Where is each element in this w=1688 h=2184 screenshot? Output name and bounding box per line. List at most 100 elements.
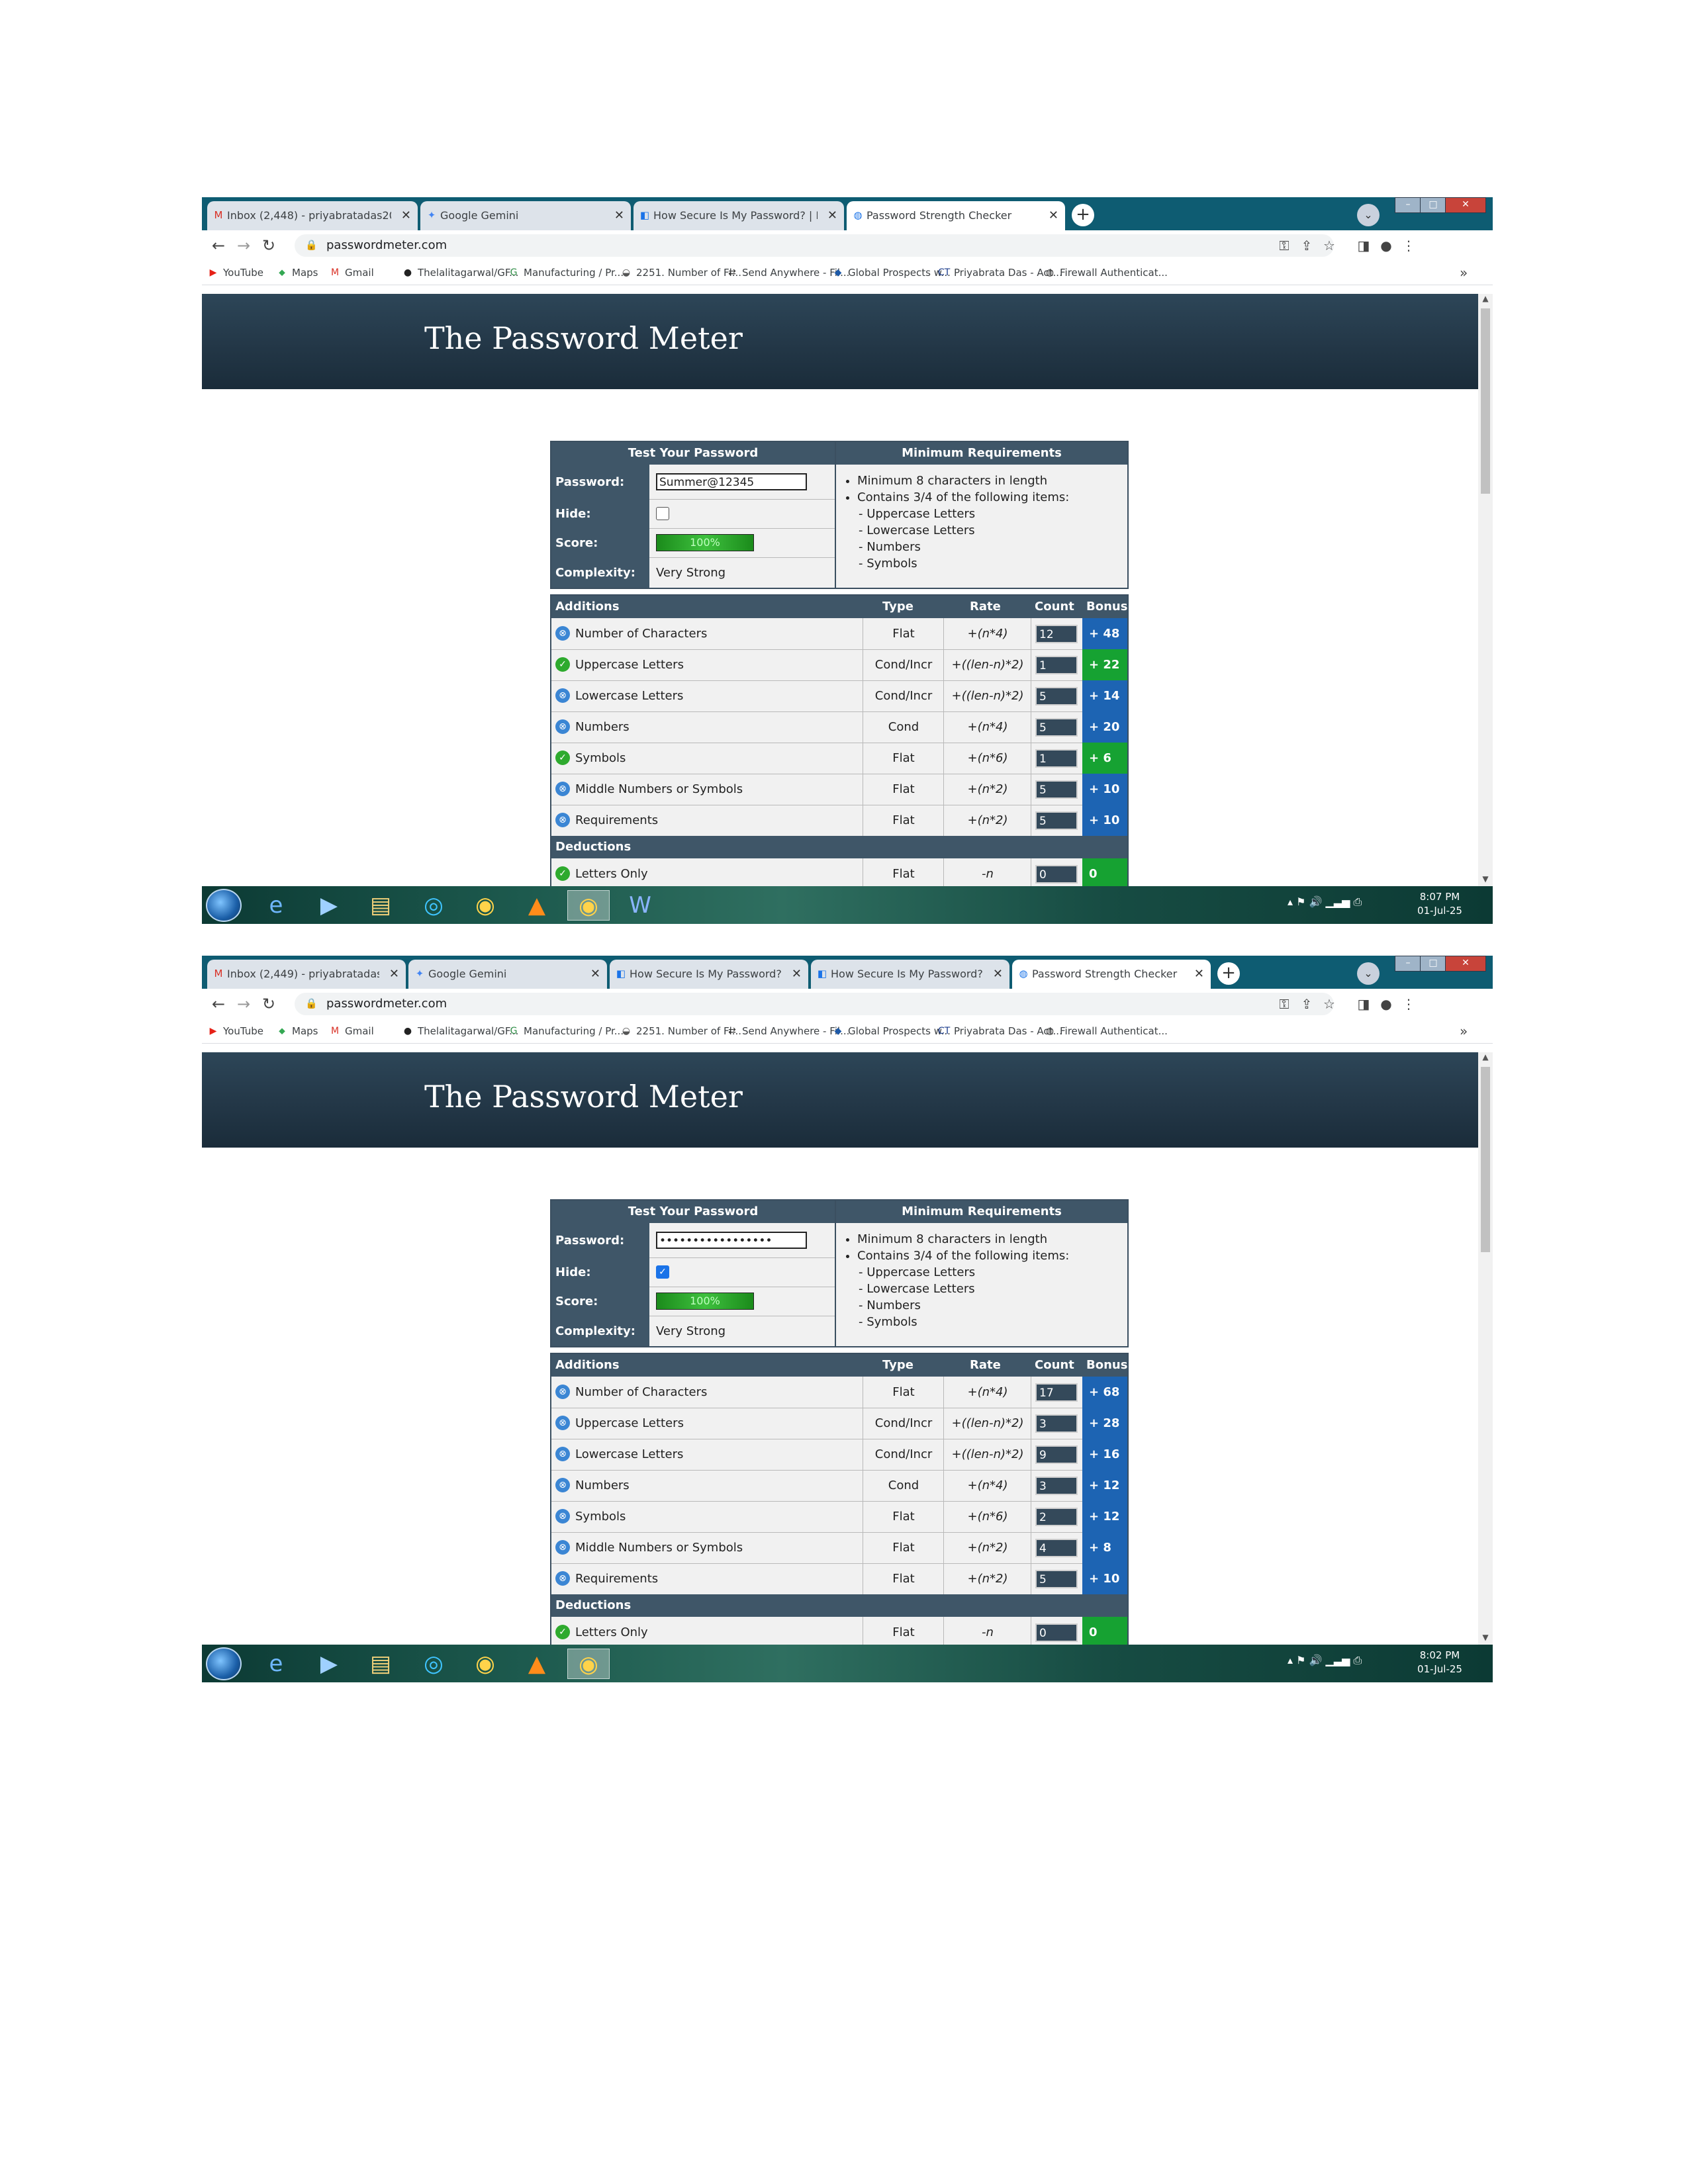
bookmark-item[interactable]: ⬥ Maps: [275, 1019, 318, 1043]
bookmark-item[interactable]: ▶ YouTube: [206, 1019, 263, 1043]
key-icon[interactable]: ⚿: [1274, 994, 1294, 1014]
close-tab-icon[interactable]: ✕: [590, 960, 600, 989]
browser-tab[interactable]: ◧ How Secure Is My Password? | ✕: [811, 960, 1009, 989]
address-bar[interactable]: 🔒 passwordmeter.com: [295, 993, 1334, 1015]
bookmark-item[interactable]: ⬥ Maps: [275, 261, 318, 285]
back-button[interactable]: ←: [209, 994, 228, 1014]
share-icon[interactable]: ⇪: [1297, 236, 1317, 255]
browser-tab[interactable]: ◍ Password Strength Checker ✕: [847, 201, 1065, 230]
bookmark-item[interactable]: ◒ 2251. Number of Fl...: [619, 1019, 741, 1043]
reload-button[interactable]: ↻: [259, 236, 279, 255]
scroll-thumb[interactable]: [1481, 1067, 1490, 1252]
menu-icon[interactable]: ⋮: [1399, 994, 1419, 1014]
browser-tab[interactable]: M Inbox (2,449) - priyabratadas2(✕: [207, 960, 406, 989]
side-panel-icon[interactable]: ◨: [1354, 994, 1374, 1014]
scroll-thumb[interactable]: [1481, 308, 1490, 494]
bookmark-item[interactable]: ▶ YouTube: [206, 261, 263, 285]
scroll-up-icon[interactable]: ▲: [1478, 1052, 1493, 1064]
side-panel-icon[interactable]: ◨: [1354, 236, 1374, 255]
forward-button[interactable]: →: [234, 994, 254, 1014]
close-tab-icon[interactable]: ✕: [1194, 960, 1204, 989]
edge-icon[interactable]: ◎: [412, 1649, 455, 1679]
word-icon[interactable]: W: [619, 890, 661, 921]
minimize-button[interactable]: –: [1395, 956, 1421, 972]
page-scrollbar[interactable]: ▲ ▼: [1478, 1052, 1493, 1645]
profile-avatar[interactable]: ●: [1376, 994, 1396, 1014]
edge-icon[interactable]: ◎: [412, 890, 455, 921]
more-bookmarks-icon[interactable]: »: [1460, 261, 1468, 285]
close-window-button[interactable]: ✕: [1445, 197, 1486, 213]
bookmark-label: Gmail: [345, 1025, 374, 1037]
bookmark-item[interactable]: ◍ Firewall Authenticat...: [1043, 261, 1168, 285]
bookmark-star-icon[interactable]: ☆: [1319, 236, 1339, 255]
vlc-icon[interactable]: ▲: [516, 1649, 558, 1679]
taskbar-clock[interactable]: 8:07 PM 01-Jul-25: [1413, 890, 1466, 918]
tab-search-button[interactable]: ⌄: [1357, 962, 1380, 985]
chrome-icon[interactable]: ◉: [464, 890, 506, 921]
media-player-icon[interactable]: ▶: [308, 1649, 350, 1679]
address-bar[interactable]: 🔒 passwordmeter.com: [295, 234, 1334, 257]
media-player-icon[interactable]: ▶: [308, 890, 350, 921]
page-scrollbar[interactable]: ▲ ▼: [1478, 294, 1493, 886]
internet-explorer-icon[interactable]: e: [255, 890, 297, 921]
new-tab-button[interactable]: +: [1217, 962, 1240, 985]
browser-tab[interactable]: ◧ How Secure Is My Password? | Pa ✕: [633, 201, 844, 230]
browser-tab[interactable]: ✦ Google Gemini ✕: [408, 960, 607, 989]
maximize-button[interactable]: □: [1420, 197, 1446, 213]
new-tab-button[interactable]: +: [1072, 204, 1094, 226]
scroll-down-icon[interactable]: ▼: [1478, 874, 1493, 886]
bookmark-item[interactable]: ◆ Global Prospects w...: [831, 261, 951, 285]
close-window-button[interactable]: ✕: [1445, 956, 1486, 972]
start-button[interactable]: [206, 1647, 242, 1680]
tab-search-button[interactable]: ⌄: [1357, 204, 1380, 226]
file-explorer-icon[interactable]: ▤: [359, 1649, 402, 1679]
scroll-down-icon[interactable]: ▼: [1478, 1633, 1493, 1645]
close-tab-icon[interactable]: ✕: [792, 960, 802, 989]
close-tab-icon[interactable]: ✕: [401, 201, 411, 230]
scroll-up-icon[interactable]: ▲: [1478, 294, 1493, 306]
browser-tab[interactable]: ◍ Password Strength Checker ✕: [1012, 960, 1211, 989]
close-tab-icon[interactable]: ✕: [389, 960, 399, 989]
hide-checkbox[interactable]: [656, 507, 669, 520]
key-icon[interactable]: ⚿: [1274, 236, 1294, 255]
bookmark-item[interactable]: M Gmail: [328, 261, 374, 285]
taskbar-clock[interactable]: 8:02 PM 01-Jul-25: [1413, 1649, 1466, 1676]
reload-button[interactable]: ↻: [259, 994, 279, 1014]
share-icon[interactable]: ⇪: [1297, 994, 1317, 1014]
chrome-active-icon[interactable]: ◉: [567, 890, 610, 921]
profile-avatar[interactable]: ●: [1376, 236, 1396, 255]
bookmark-item[interactable]: ◍ Firewall Authenticat...: [1043, 1019, 1168, 1043]
menu-icon[interactable]: ⋮: [1399, 236, 1419, 255]
chrome-active-icon[interactable]: ◉: [567, 1649, 610, 1679]
additions-table: Additions Type Rate Count Bonus ⊗ Number …: [550, 594, 1129, 886]
password-input[interactable]: Summer@12345: [656, 473, 807, 490]
close-tab-icon[interactable]: ✕: [827, 201, 837, 230]
forward-button[interactable]: →: [234, 236, 254, 255]
browser-tab[interactable]: ✦ Google Gemini ✕: [420, 201, 631, 230]
bookmark-item[interactable]: G Manufacturing / Pr...: [506, 1019, 624, 1043]
bookmark-star-icon[interactable]: ☆: [1319, 994, 1339, 1014]
file-explorer-icon[interactable]: ▤: [359, 890, 402, 921]
bookmark-item[interactable]: ◆ Global Prospects w...: [831, 1019, 951, 1043]
bookmark-item[interactable]: ◒ 2251. Number of Fl...: [619, 261, 741, 285]
browser-tab[interactable]: M Inbox (2,448) - priyabratadas200: ✕: [207, 201, 418, 230]
close-tab-icon[interactable]: ✕: [614, 201, 624, 230]
bookmark-item[interactable]: G Manufacturing / Pr...: [506, 261, 624, 285]
minimize-button[interactable]: –: [1395, 197, 1421, 213]
row-type: Flat: [863, 805, 944, 836]
maximize-button[interactable]: □: [1420, 956, 1446, 972]
bookmark-item[interactable]: ● Thelalitagarwal/GF...: [400, 261, 518, 285]
close-tab-icon[interactable]: ✕: [993, 960, 1003, 989]
close-tab-icon[interactable]: ✕: [1049, 201, 1058, 230]
start-button[interactable]: [206, 889, 242, 922]
hide-checkbox[interactable]: ✓: [656, 1265, 669, 1279]
browser-tab[interactable]: ◧ How Secure Is My Password? ✕: [610, 960, 808, 989]
chrome-icon[interactable]: ◉: [464, 1649, 506, 1679]
more-bookmarks-icon[interactable]: »: [1460, 1019, 1468, 1043]
bookmark-item[interactable]: ● Thelalitagarwal/GF...: [400, 1019, 518, 1043]
password-input[interactable]: •••••••••••••••••: [656, 1232, 807, 1249]
bookmark-item[interactable]: M Gmail: [328, 1019, 374, 1043]
vlc-icon[interactable]: ▲: [516, 890, 558, 921]
back-button[interactable]: ←: [209, 236, 228, 255]
internet-explorer-icon[interactable]: e: [255, 1649, 297, 1679]
